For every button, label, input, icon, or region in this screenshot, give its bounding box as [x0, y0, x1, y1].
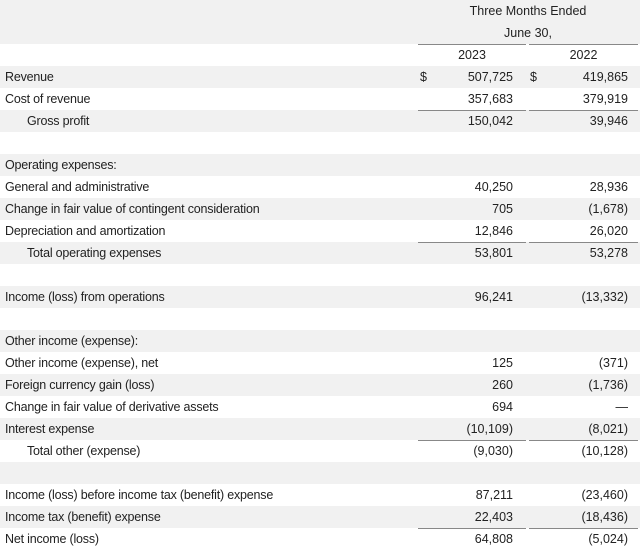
- value-2023: 705: [492, 202, 513, 216]
- value-2023: 64,808: [474, 532, 513, 546]
- value-2023: 87,211: [475, 488, 513, 502]
- row-label: Total operating expenses: [27, 246, 162, 260]
- value-2023: 96,241: [474, 290, 513, 304]
- table-row-pretax: Income (loss) before income tax (benefit…: [0, 484, 640, 506]
- value-2023: 12,846: [474, 224, 513, 238]
- value-2023: (9,030): [473, 444, 513, 458]
- spacer-row: [0, 308, 640, 330]
- table-row-g-and-a: General and administrative 40,250 28,936: [0, 176, 640, 198]
- spacer-row: [0, 264, 640, 286]
- value-2023: 22,403: [474, 510, 513, 524]
- row-label: Income (loss) before income tax (benefit…: [5, 488, 274, 502]
- period-date: June 30,: [504, 26, 552, 40]
- header-row-years: 2023 2022: [0, 44, 640, 67]
- period-heading: Three Months Ended: [469, 4, 587, 18]
- value-2023: 53,801: [474, 246, 513, 260]
- value-2023: 40,250: [474, 180, 513, 194]
- row-label: General and administrative: [5, 180, 150, 194]
- table-row-tax: Income tax (benefit) expense 22,403 (18,…: [0, 506, 640, 528]
- currency-symbol: $: [530, 70, 537, 84]
- row-label: Change in fair value of contingent consi…: [5, 202, 260, 216]
- table-row-income-ops: Income (loss) from operations 96,241 (13…: [0, 286, 640, 308]
- value-2022: —: [615, 400, 629, 414]
- row-label: Income tax (benefit) expense: [5, 510, 161, 524]
- value-2023: (10,109): [466, 422, 513, 436]
- value-2022: 26,020: [589, 224, 628, 238]
- value-2022: (5,024): [588, 532, 628, 546]
- value-2022: (18,436): [581, 510, 628, 524]
- row-label: Revenue: [5, 70, 54, 84]
- row-label: Interest expense: [5, 422, 95, 436]
- header-row-period: Three Months Ended: [0, 0, 640, 22]
- table-row-total-other: Total other (expense) (9,030) (10,128): [0, 440, 640, 463]
- row-label: Other income (expense), net: [5, 356, 159, 370]
- table-row-interest: Interest expense (10,109) (8,021): [0, 418, 640, 440]
- table-row-total-opex: Total operating expenses 53,801 53,278: [0, 242, 640, 265]
- value-2022: 419,865: [582, 70, 628, 84]
- table-row-d-and-a: Depreciation and amortization 12,846 26,…: [0, 220, 640, 242]
- value-2023: 260: [492, 378, 513, 392]
- row-label: Income (loss) from operations: [5, 290, 165, 304]
- spacer-row: [0, 132, 640, 154]
- value-2022: (371): [598, 356, 628, 370]
- row-label: Foreign currency gain (loss): [5, 378, 155, 392]
- value-2023: 125: [492, 356, 513, 370]
- row-label: Total other (expense): [27, 444, 141, 458]
- row-label: Depreciation and amortization: [5, 224, 166, 238]
- table-row-opex-heading: Operating expenses:: [0, 154, 640, 176]
- table-row-fx: Foreign currency gain (loss) 260 (1,736): [0, 374, 640, 396]
- row-label: Net income (loss): [5, 532, 99, 546]
- table-row-revenue: Revenue $ 507,725 $ 419,865: [0, 66, 640, 88]
- value-2022: 39,946: [589, 114, 628, 128]
- row-label: Gross profit: [27, 114, 90, 128]
- value-2023: 507,725: [467, 70, 513, 84]
- value-2022: 379,919: [582, 92, 628, 106]
- value-2022: (1,736): [588, 378, 628, 392]
- header-row-date: June 30,: [0, 22, 640, 44]
- value-2022: (10,128): [581, 444, 628, 458]
- section-heading: Operating expenses:: [5, 158, 117, 172]
- value-2023: 694: [492, 400, 513, 414]
- value-2022: 53,278: [589, 246, 628, 260]
- table-row-other-heading: Other income (expense):: [0, 330, 640, 352]
- value-2022: (23,460): [581, 488, 628, 502]
- currency-symbol: $: [420, 70, 427, 84]
- section-heading: Other income (expense):: [5, 334, 138, 348]
- year-2023: 2023: [458, 48, 486, 62]
- value-2022: (13,332): [581, 290, 628, 304]
- value-2023: 150,042: [467, 114, 513, 128]
- table-row-cost-of-revenue: Cost of revenue 357,683 379,919: [0, 88, 640, 110]
- value-2023: 357,683: [467, 92, 513, 106]
- income-statement-table: Three Months Ended June 30, 2023 2022 Re…: [0, 0, 640, 550]
- table-row-gross-profit: Gross profit 150,042 39,946: [0, 110, 640, 133]
- spacer-row: [0, 462, 640, 484]
- row-label: Cost of revenue: [5, 92, 91, 106]
- table-row-contingent: Change in fair value of contingent consi…: [0, 198, 640, 220]
- table-row-net-income: Net income (loss) 64,808 (5,024): [0, 528, 640, 550]
- value-2022: (8,021): [588, 422, 628, 436]
- value-2022: (1,678): [588, 202, 628, 216]
- table-row-other-net: Other income (expense), net 125 (371): [0, 352, 640, 374]
- table-row-derivative: Change in fair value of derivative asset…: [0, 396, 640, 418]
- year-2022: 2022: [569, 48, 598, 62]
- value-2022: 28,936: [589, 180, 628, 194]
- row-label: Change in fair value of derivative asset…: [5, 400, 219, 414]
